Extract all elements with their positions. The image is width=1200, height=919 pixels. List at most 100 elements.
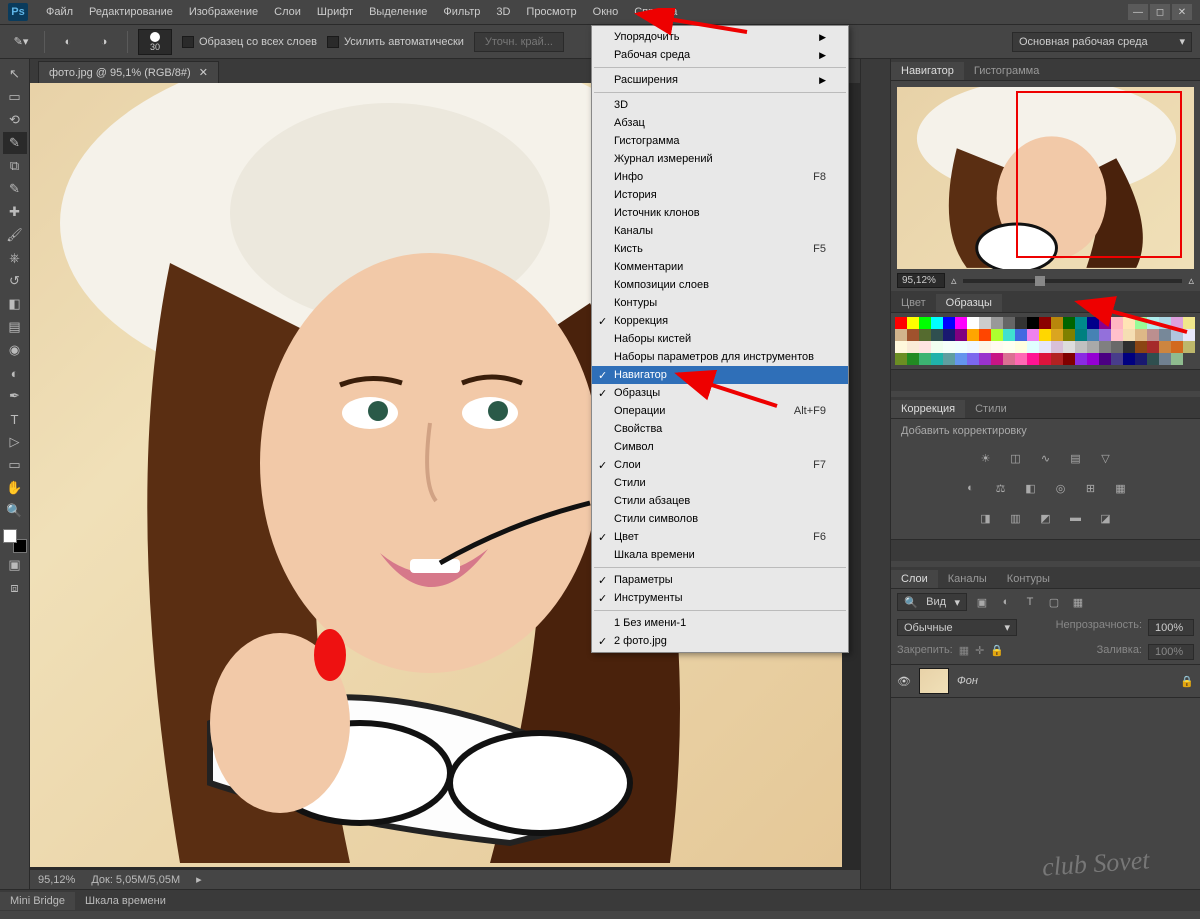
navigator-zoom-slider[interactable] [963,279,1183,283]
swatch[interactable] [1027,353,1039,365]
curves-icon[interactable]: ∿ [1037,449,1055,467]
swatch[interactable] [895,317,907,329]
menu-item-Символ[interactable]: Символ [592,438,848,456]
sample-all-layers-checkbox[interactable] [182,36,194,48]
quick-select-tool[interactable]: ✎ [3,132,27,154]
swatch[interactable] [943,341,955,353]
paths-tab[interactable]: Контуры [997,570,1060,588]
menu-Слои[interactable]: Слои [266,3,309,21]
swatch[interactable] [1075,317,1087,329]
menu-Редактирование[interactable]: Редактирование [81,3,181,21]
menu-item-Источник клонов[interactable]: Источник клонов [592,204,848,222]
swatch[interactable] [919,317,931,329]
swatch[interactable] [979,317,991,329]
photo-filter-icon[interactable]: ◎ [1052,479,1070,497]
swatch[interactable] [979,341,991,353]
swatch[interactable] [1099,341,1111,353]
levels-icon[interactable]: ◫ [1007,449,1025,467]
close-button[interactable]: ✕ [1172,4,1192,20]
swatch[interactable] [1099,329,1111,341]
swatch[interactable] [1039,353,1051,365]
swatch[interactable] [955,341,967,353]
swatch[interactable] [991,317,1003,329]
swatch[interactable] [943,317,955,329]
swatch[interactable] [1003,329,1015,341]
zoom-in-icon[interactable]: ▵ [1188,274,1194,287]
swatch[interactable] [1183,317,1195,329]
menu-Шрифт[interactable]: Шрифт [309,3,361,21]
swatch[interactable] [1111,353,1123,365]
layers-tab[interactable]: Слои [891,570,938,588]
workspace-dropdown[interactable]: Основная рабочая среда▾ [1012,32,1192,52]
swatch[interactable] [1051,353,1063,365]
swatch[interactable] [1051,329,1063,341]
menu-item-Абзац[interactable]: Абзац [592,114,848,132]
menu-item-Наборы параметров для инструментов[interactable]: Наборы параметров для инструментов [592,348,848,366]
swatch[interactable] [1099,353,1111,365]
filter-adj-icon[interactable]: ◐ [997,593,1015,611]
selective-color-icon[interactable]: ◪ [1097,509,1115,527]
channel-mixer-icon[interactable]: ⊞ [1082,479,1100,497]
type-tool[interactable]: T [3,408,27,430]
swatch[interactable] [1183,329,1195,341]
navigator-tab[interactable]: Навигатор [891,62,964,80]
swatch[interactable] [1063,317,1075,329]
shape-tool[interactable]: ▭ [3,454,27,476]
hue-icon[interactable]: ◐ [962,479,980,497]
filter-smart-icon[interactable]: ▦ [1069,593,1087,611]
layer-thumbnail[interactable] [919,668,949,694]
swatch[interactable] [1003,317,1015,329]
swatch[interactable] [1147,317,1159,329]
swatch[interactable] [991,353,1003,365]
crop-tool[interactable]: ⧉ [3,155,27,177]
swatch[interactable] [1159,317,1171,329]
swatch[interactable] [907,329,919,341]
layer-row[interactable]: 👁 Фон 🔒 [891,664,1200,698]
swatch[interactable] [1015,341,1027,353]
lock-pixels-icon[interactable]: ▦ [959,644,969,660]
posterize-icon[interactable]: ▥ [1007,509,1025,527]
swatch[interactable] [1171,317,1183,329]
swatch[interactable] [1027,317,1039,329]
zoom-tool[interactable]: 🔍 [3,500,27,522]
color-swatches[interactable] [3,529,27,553]
menu-item-Рабочая среда[interactable]: Рабочая среда▶ [592,46,848,64]
maximize-button[interactable]: ◻ [1150,4,1170,20]
swatch[interactable] [1063,353,1075,365]
menu-3D[interactable]: 3D [488,3,518,21]
menu-item-Навигатор[interactable]: ✓Навигатор [592,366,848,384]
swatch[interactable] [967,353,979,365]
swatch[interactable] [979,353,991,365]
swatch[interactable] [967,317,979,329]
dodge-tool[interactable]: ◐ [3,362,27,384]
menu-item-Стили[interactable]: Стили [592,474,848,492]
eraser-tool[interactable]: ◧ [3,293,27,315]
swatch[interactable] [1171,329,1183,341]
menu-item-Цвет[interactable]: ✓ЦветF6 [592,528,848,546]
blur-tool[interactable]: ◉ [3,339,27,361]
swatch[interactable] [991,341,1003,353]
brush-preview[interactable]: 30 [138,29,172,55]
quickmask-toggle[interactable]: ▣ [3,554,27,576]
menu-Окно[interactable]: Окно [585,3,627,21]
menu-Выделение[interactable]: Выделение [361,3,435,21]
menu-item-Комментарии[interactable]: Комментарии [592,258,848,276]
swatch[interactable] [1159,329,1171,341]
swatch[interactable] [895,353,907,365]
swatch[interactable] [919,329,931,341]
swatch[interactable] [907,341,919,353]
lock-position-icon[interactable]: ✛ [975,644,984,660]
swatch[interactable] [967,341,979,353]
heal-tool[interactable]: ✚ [3,201,27,223]
menu-item-Расширения[interactable]: Расширения▶ [592,71,848,89]
menu-item-Журнал измерений[interactable]: Журнал измерений [592,150,848,168]
swatch[interactable] [1003,341,1015,353]
swatch[interactable] [1135,317,1147,329]
eyedropper-tool[interactable]: ✎ [3,178,27,200]
exposure-icon[interactable]: ▤ [1067,449,1085,467]
zoom-out-icon[interactable]: ▵ [951,274,957,287]
menu-item-2 фото.jpg[interactable]: ✓2 фото.jpg [592,632,848,650]
menu-item-Шкала времени[interactable]: Шкала времени [592,546,848,564]
swatch[interactable] [979,329,991,341]
swatch[interactable] [1123,353,1135,365]
